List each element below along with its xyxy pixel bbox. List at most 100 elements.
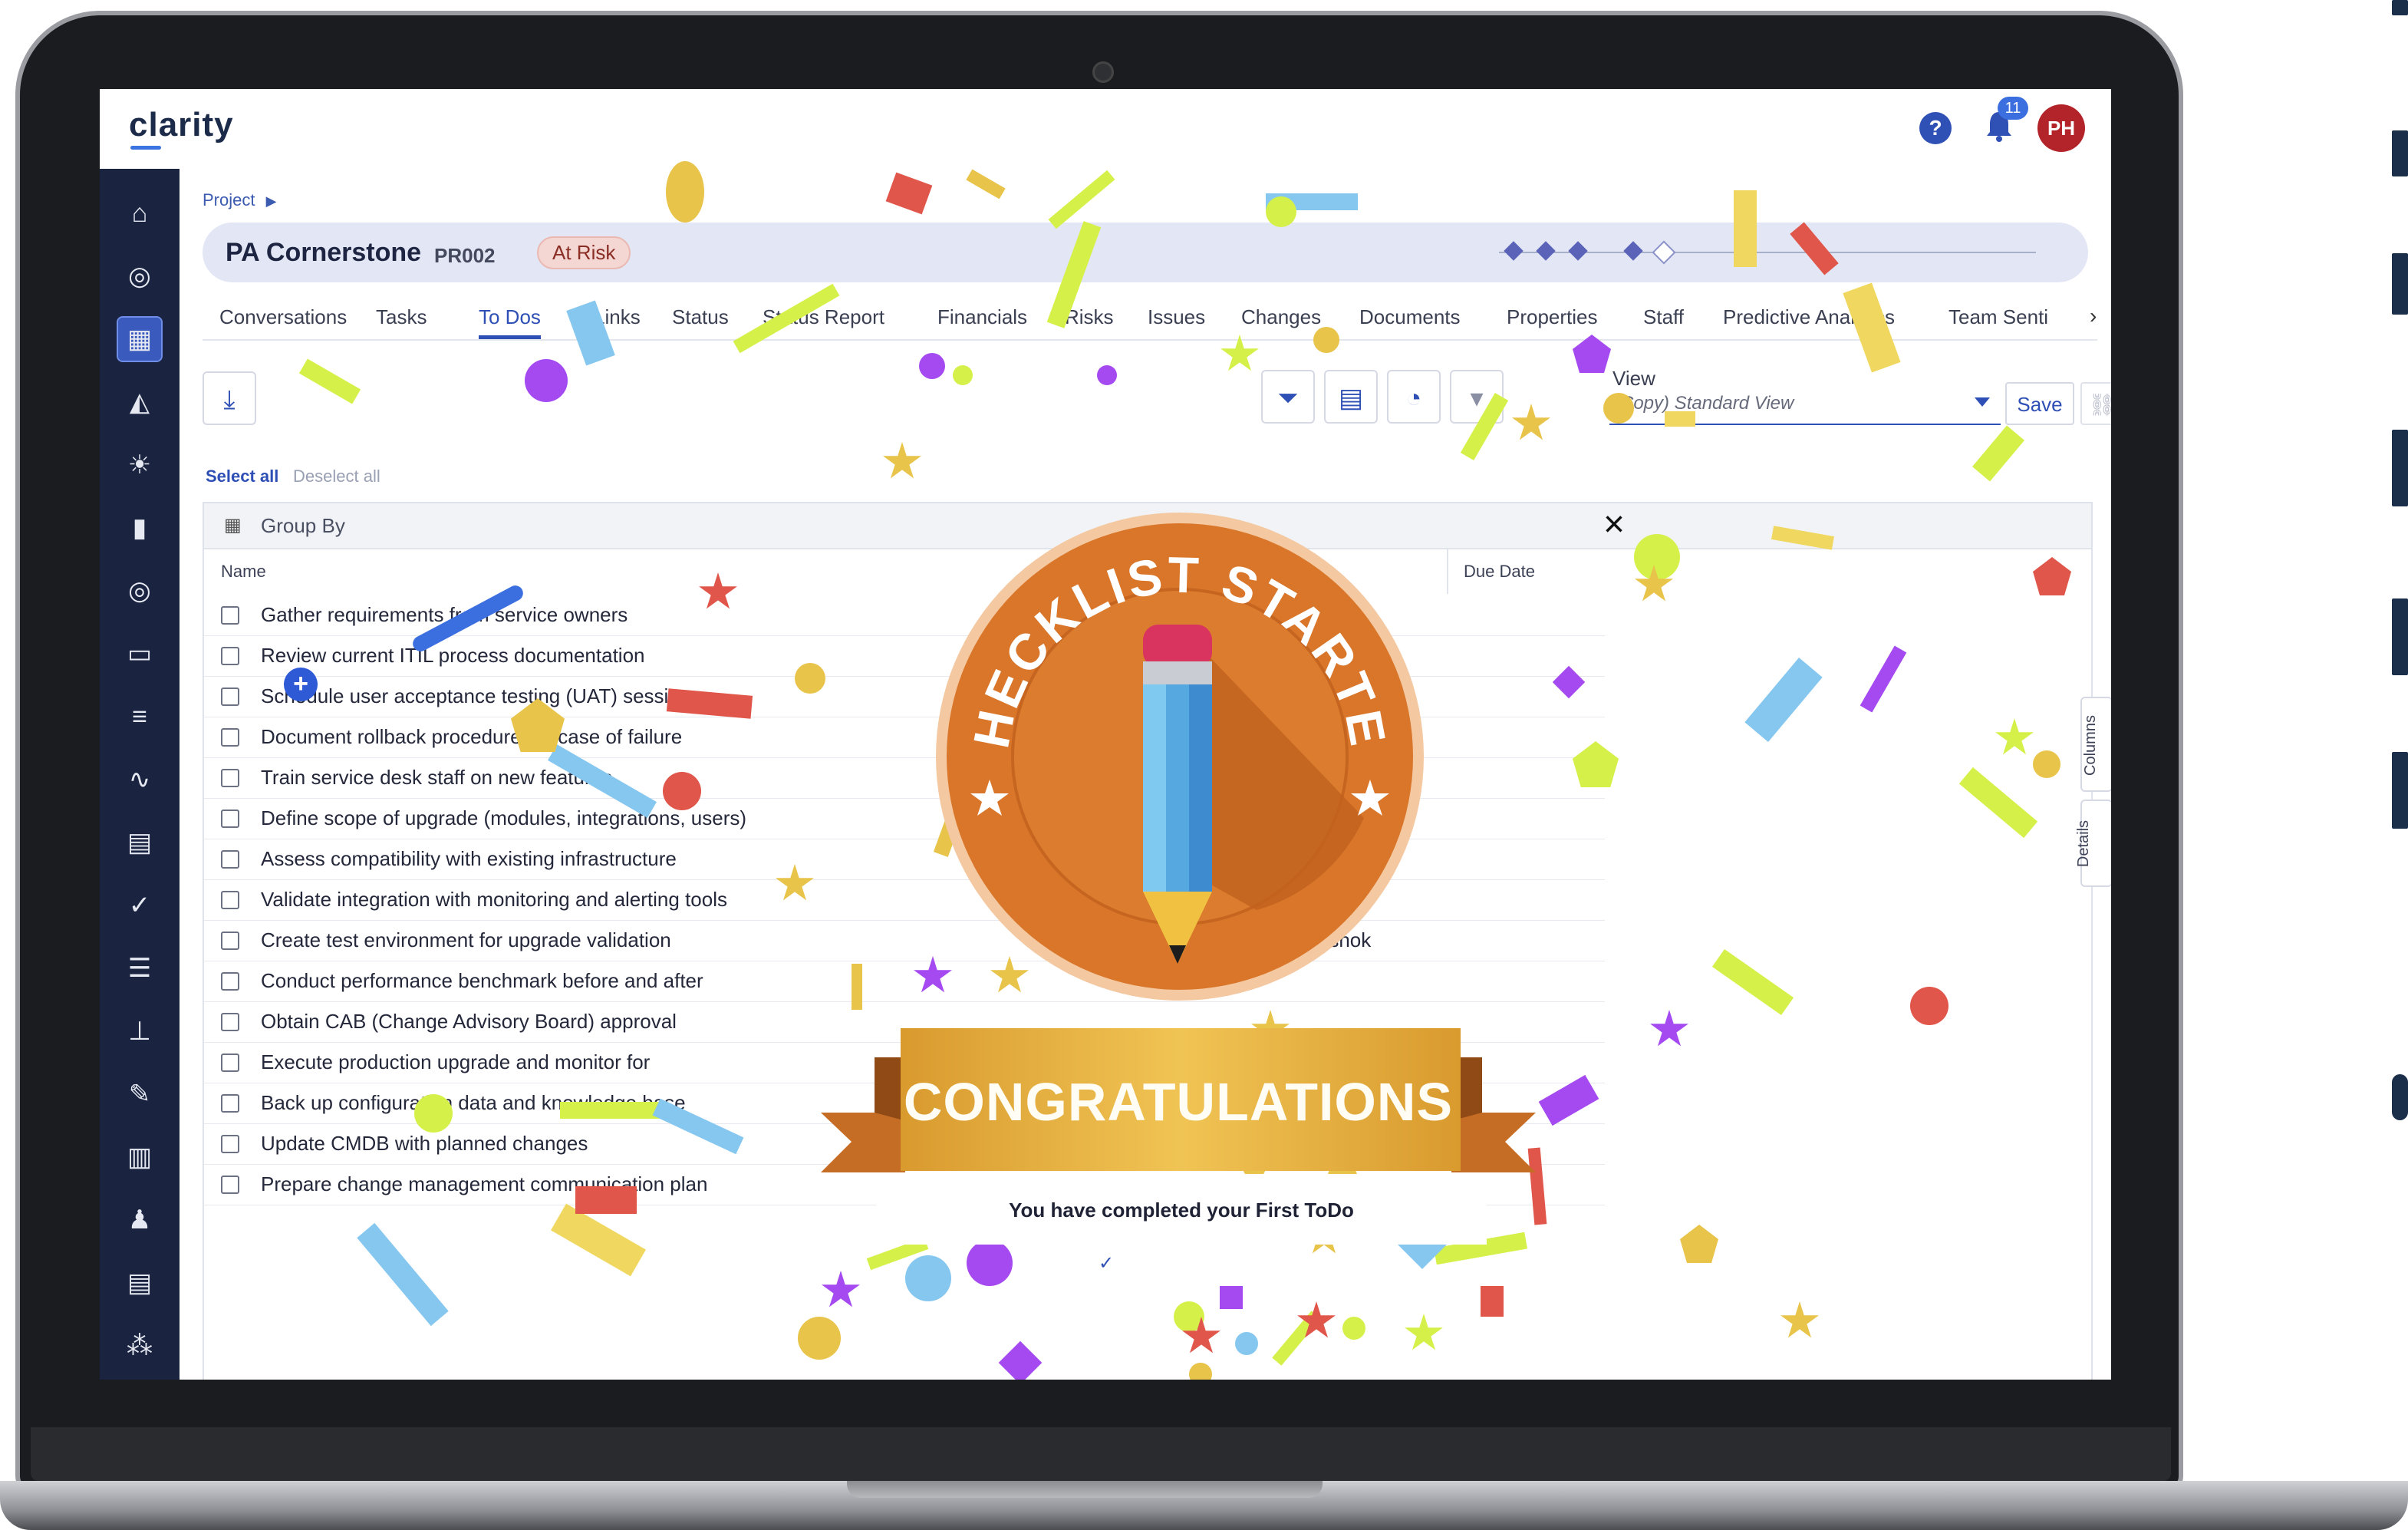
avatar[interactable]: PH [2037,104,2085,152]
checklist-starter-medal: CHECKLIST STARTER [934,511,1424,1001]
row-checkbox[interactable] [221,932,239,950]
tab-tasks[interactable]: Tasks [376,305,427,329]
grid-icon[interactable]: ▦ [117,316,163,362]
confetti-piece [1266,196,1296,227]
top-bar: clarity ? 11 PH [100,89,2111,170]
row-checkbox[interactable] [221,891,239,909]
confetti-piece [798,1317,841,1360]
todo-name[interactable]: Document rollback procedures in case of … [261,725,682,749]
bar-chart-icon[interactable]: ▮ [118,506,161,549]
breadcrumb[interactable]: Project ▶ [203,190,276,210]
congratulations-text: CONGRATULATIONS [903,1072,1454,1132]
close-icon[interactable]: × [1603,503,1625,546]
todo-name[interactable]: Schedule user acceptance testing (UAT) s… [261,684,700,708]
todo-name[interactable]: Review current ITIL process documentatio… [261,644,645,668]
row-checkbox[interactable] [221,810,239,828]
tab-issues[interactable]: Issues [1148,305,1205,329]
todo-name[interactable]: Assess compatibility with existing infra… [261,847,677,871]
chart-view-button[interactable]: ◔ [1387,370,1441,424]
filter-button[interactable]: ⏷ [1261,370,1315,424]
team-icon[interactable]: ♟ [118,1199,161,1241]
confetti-piece [1910,987,1948,1025]
tab-changes[interactable]: Changes [1241,305,1321,329]
chevron-down-icon[interactable] [1975,397,1990,407]
confetti-piece [1603,393,1634,424]
row-checkbox[interactable] [221,1013,239,1031]
column-header-due-date[interactable]: Due Date [1447,549,1535,594]
columns-tab[interactable]: Columns [2080,697,2111,792]
tab-team-senti[interactable]: Team Senti [1948,305,2048,329]
lightbulb-icon[interactable]: ☀ [118,444,161,486]
sidebar: ⌂ ◎ ▦ ◭ ☀ ▮ ◎ ▭ ≡ ∿ ▤ ✓ ☰ ⊥ ✎ ▥ ♟ ▤ ⁂ [100,169,180,1380]
checklist-icon[interactable]: ☰ [118,947,161,990]
confetti-piece [1220,1286,1243,1309]
row-checkbox[interactable] [221,1135,239,1153]
select-all-link[interactable]: Select all [206,467,278,486]
confetti-piece [1481,1286,1504,1317]
tab-to-dos[interactable]: To Dos [479,305,541,339]
webcam [1092,61,1114,83]
tab-status[interactable]: Status [672,305,729,329]
document-edit-icon[interactable]: ✎ [118,1073,161,1116]
column-header-name[interactable]: Name [221,549,266,594]
row-checkbox[interactable] [221,606,239,625]
tab-documents[interactable]: Documents [1359,305,1461,329]
row-checkbox[interactable] [221,972,239,991]
confetti-piece [852,964,862,1010]
help-icon[interactable]: ? [1919,112,1952,144]
line-chart-icon[interactable]: ∿ [118,758,161,801]
todo-name[interactable]: Create test environment for upgrade vali… [261,928,671,952]
area-chart-icon[interactable]: ◭ [118,381,161,424]
row-checkbox[interactable] [221,647,239,665]
todo-name[interactable]: Train service desk staff on new features [261,766,612,790]
tab-conversations[interactable]: Conversations [219,305,347,329]
list-view-button[interactable]: ▤ [1324,370,1378,424]
breadcrumb-project[interactable]: Project [203,190,255,209]
confetti-piece [1665,411,1695,427]
clarity-logo[interactable]: clarity [129,106,234,144]
export-button[interactable]: ⤓ [203,371,256,425]
tab-financials[interactable]: Financials [937,305,1027,329]
row-checkbox[interactable] [221,1054,239,1072]
confetti-piece [795,663,825,694]
target-check-icon[interactable]: ◎ [118,569,161,612]
org-chart-icon[interactable]: ⊥ [118,1010,161,1053]
chevron-right-icon[interactable]: › [2090,304,2097,328]
deselect-all-link[interactable]: Deselect all [293,467,380,486]
row-checkbox[interactable] [221,728,239,747]
confetti-piece [1189,1363,1212,1380]
save-button[interactable]: Save [2005,382,2074,425]
row-checkbox[interactable] [221,850,239,869]
database-icon[interactable]: ≡ [118,695,161,738]
tab-staff[interactable]: Staff [1643,305,1684,329]
presentation-icon[interactable]: ▭ [118,632,161,675]
people-icon[interactable]: ⁂ [118,1324,161,1367]
clipboard-icon[interactable]: ▤ [118,821,161,864]
details-tab[interactable]: Details [2075,800,2111,887]
link-icon[interactable]: ⛓ [2080,382,2111,425]
confetti-piece [1734,190,1757,267]
target-icon[interactable]: ◎ [118,255,161,298]
row-checkbox[interactable] [221,1094,239,1113]
confetti-piece [1342,1317,1365,1340]
todo-name[interactable]: Conduct performance benchmark before and… [261,969,703,993]
todo-name[interactable]: Update CMDB with planned changes [261,1132,588,1156]
todo-name[interactable]: Validate integration with monitoring and… [261,888,727,912]
tab-risks[interactable]: Risks [1065,305,1114,329]
todo-name[interactable]: Obtain CAB (Change Advisory Board) appro… [261,1010,677,1034]
row-checkbox[interactable] [221,1176,239,1194]
tab-properties[interactable]: Properties [1507,305,1598,329]
checkmark-icon[interactable]: ✓ [118,884,161,927]
checkmark-icon: ✓ [1099,1253,1115,1274]
confetti-piece [1235,1332,1258,1355]
message-list-icon[interactable]: ▤ [118,1261,161,1304]
row-checkbox[interactable] [221,688,239,706]
add-todo-button[interactable]: + [284,668,318,701]
row-checkbox[interactable] [221,769,239,787]
todo-name[interactable]: Execute production upgrade and monitor f… [261,1050,650,1074]
home-icon[interactable]: ⌂ [118,192,161,235]
todo-name[interactable]: Prepare change management communication … [261,1172,707,1196]
book-icon[interactable]: ▥ [118,1136,161,1179]
confetti-piece [560,1102,667,1119]
todo-name[interactable]: Define scope of upgrade (modules, integr… [261,806,746,830]
